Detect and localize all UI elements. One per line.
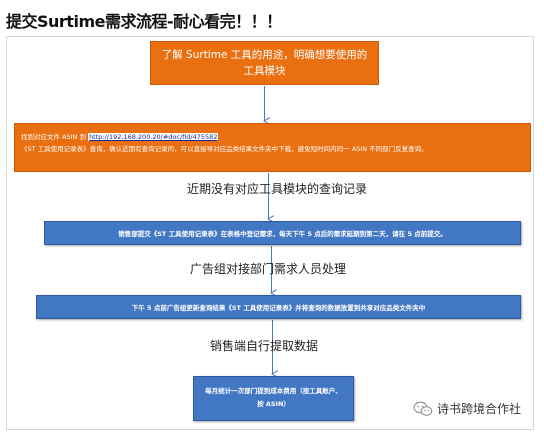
step-1-line-1: 了解 Surtime 工具的用途，明确想要使用的 — [161, 49, 368, 61]
step-1-line-2: 工具模块 — [243, 65, 286, 77]
label-after-step-3: 广告组对接部门需求人员处理 — [190, 262, 347, 276]
step-3-box: 销售部提交《ST 工具使用记录表》在表格中登记需求，每天下午 5 点后的需求延期… — [44, 221, 521, 245]
step-2-prefix: 找到对应文件 ASIN 到 — [21, 133, 89, 141]
step-5-box: 每月统计一次部门提到成本费用（按工具账户、 按 ASIN） — [193, 376, 354, 421]
step-2-box: 找到对应文件 ASIN 到 http://192.168.200.20/#doc… — [14, 123, 531, 172]
step-5-line-1: 每月统计一次部门提到成本费用（按工具账户、 — [205, 387, 342, 395]
watermark: 诗书跨境合作社 — [413, 400, 521, 417]
step-3-text: 销售部提交《ST 工具使用记录表》在表格中登记需求，每天下午 5 点后的需求延期… — [118, 230, 447, 238]
label-after-step-4: 销售端自行提取数据 — [210, 339, 319, 353]
label-after-step-2: 近期没有对应工具模块的查询记录 — [187, 182, 368, 196]
step-4-box: 下午 5 点前广告组更新查询结果《ST 工具使用记录表》并将查询的数据放置到共享… — [36, 295, 521, 319]
wechat-icon — [413, 401, 433, 416]
step-2-line-2: 《ST 工具使用记录表》查询，确认近期有查询记录的，可以直接导对应品类结果文件夹… — [21, 145, 428, 153]
step-4-text: 下午 5 点前广告组更新查询结果《ST 工具使用记录表》并将查询的数据放置到共享… — [131, 304, 426, 312]
step-5-line-2: 按 ASIN） — [257, 400, 290, 408]
watermark-text: 诗书跨境合作社 — [437, 402, 522, 416]
doc-link[interactable]: http://192.168.200.20/#doc/fid/475582 — [88, 133, 219, 141]
step-1-box: 了解 Surtime 工具的用途，明确想要使用的 工具模块 — [150, 41, 379, 85]
